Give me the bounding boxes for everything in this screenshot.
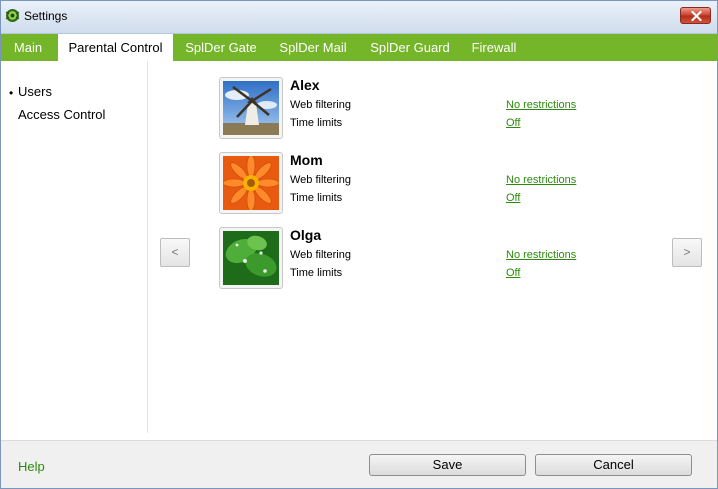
save-button[interactable]: Save [369,454,526,476]
web-filtering-link[interactable]: No restrictions [506,99,576,111]
tab-spider-guard[interactable]: SplDer Guard [360,34,460,61]
close-button[interactable] [680,7,711,24]
web-filtering-label: Web filtering [290,99,351,111]
user-avatar[interactable] [219,77,283,139]
tab-spider-gate[interactable]: SplDer Gate [176,34,266,61]
web-filtering-link[interactable]: No restrictions [506,174,576,186]
title-bar: Settings [1,1,717,34]
time-limits-label: Time limits [290,192,343,204]
web-filtering-label: Web filtering [290,174,351,186]
user-name: Olga [290,227,322,243]
orange-flower-image [223,156,279,210]
tab-spider-mail[interactable]: SplDer Mail [269,34,357,61]
time-limits-link[interactable]: Off [506,267,520,279]
time-limits-link[interactable]: Off [506,192,520,204]
sidebar-item-access-control[interactable]: Access Control [18,107,105,122]
next-page-button[interactable]: > [672,238,702,267]
settings-window: Settings Main Parental Control SplDer Ga… [0,0,718,489]
close-icon [691,11,702,21]
user-card-mom[interactable]: Mom Web filtering No restrictions Time l… [219,152,639,216]
sidebar-item-users[interactable]: Users [18,84,52,99]
sidebar: • Users Access Control [1,61,148,433]
user-name: Alex [290,77,320,93]
sidebar-bullet: • [9,86,14,100]
user-card-alex[interactable]: Alex Web filtering No restrictions Time … [219,77,639,141]
tab-bar: Main Parental Control SplDer Gate SplDer… [1,34,717,61]
spider-icon [5,9,20,22]
web-filtering-label: Web filtering [290,249,351,261]
user-card-olga[interactable]: Olga Web filtering No restrictions Time … [219,227,639,291]
prev-page-button[interactable]: < [160,238,190,267]
footer-bar: Help Save Cancel [1,440,717,488]
cancel-button[interactable]: Cancel [535,454,692,476]
content-area: • Users Access Control < > Alex Web filt… [1,61,717,440]
user-name: Mom [290,152,323,168]
time-limits-link[interactable]: Off [506,117,520,129]
web-filtering-link[interactable]: No restrictions [506,249,576,261]
windmill-image [223,81,279,135]
time-limits-label: Time limits [290,267,343,279]
time-limits-label: Time limits [290,117,343,129]
green-leaf-image [223,231,279,285]
tab-firewall[interactable]: Firewall [463,34,525,61]
window-title: Settings [24,9,68,23]
user-avatar[interactable] [219,152,283,214]
tab-main[interactable]: Main [1,34,55,61]
user-avatar[interactable] [219,227,283,289]
help-link[interactable]: Help [18,459,45,474]
tab-parental-control[interactable]: Parental Control [58,34,173,61]
